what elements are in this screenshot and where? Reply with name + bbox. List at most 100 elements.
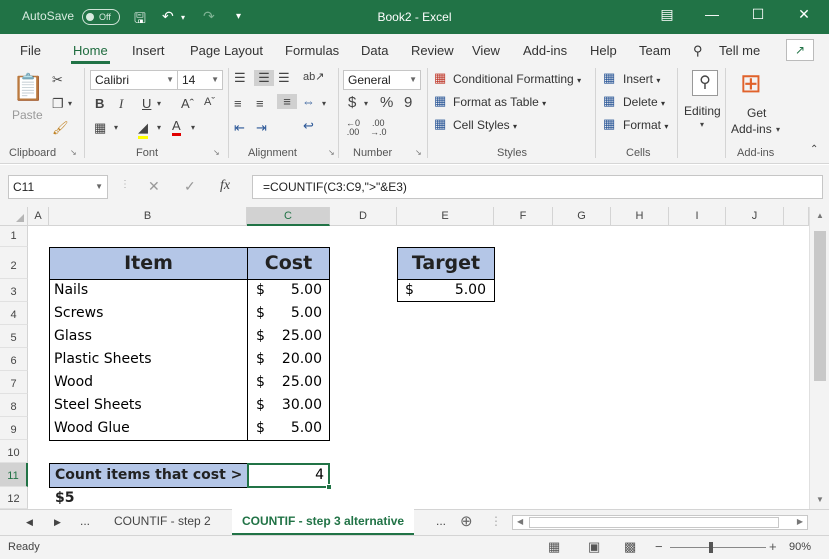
row-header-6[interactable]: 6 <box>0 348 28 371</box>
add-ins-dropdown-icon[interactable]: ▾ <box>776 125 780 134</box>
next-sheet-icon[interactable]: ▶ <box>54 517 61 528</box>
zoom-in-icon[interactable]: + <box>769 539 777 554</box>
merge-dropdown-icon[interactable]: ▾ <box>322 99 326 108</box>
bottom-align-icon[interactable]: ☰ <box>278 70 290 86</box>
scroll-up-icon[interactable]: ▲ <box>816 211 824 220</box>
number-format-combo[interactable]: General ▼ <box>343 70 421 90</box>
cut-icon[interactable]: ✂ <box>52 72 63 88</box>
delete-cells-button[interactable]: Delete ▾ <box>623 95 665 109</box>
target-header[interactable]: Target <box>397 247 495 280</box>
vertical-scroll-thumb[interactable] <box>814 231 826 381</box>
column-header-c[interactable]: C <box>247 207 330 226</box>
sheet-tab-countif-step2[interactable]: COUNTIF - step 2 <box>114 514 211 528</box>
borders-icon[interactable]: ▦ <box>94 120 106 136</box>
tab-file[interactable]: File <box>20 43 41 58</box>
cell-styles-button[interactable]: Cell Styles ▾ <box>453 118 517 132</box>
conditional-formatting-button[interactable]: Conditional Formatting ▾ <box>453 72 581 86</box>
underline-button[interactable]: U <box>142 96 151 111</box>
middle-align-icon[interactable]: ☰ <box>254 70 274 86</box>
paste-button[interactable]: Paste <box>12 108 43 122</box>
tell-me-search[interactable]: Tell me <box>719 43 760 58</box>
column-header-g[interactable]: G <box>553 207 611 226</box>
enter-icon[interactable]: ✓ <box>184 178 196 195</box>
tab-review[interactable]: Review <box>411 43 454 58</box>
tab-add-ins[interactable]: Add-ins <box>523 43 567 58</box>
normal-view-icon[interactable]: ▦ <box>548 539 560 555</box>
add-ins-label[interactable]: Add-ins <box>731 122 772 136</box>
decrease-decimal-icon[interactable]: .00 →.0 <box>370 119 387 137</box>
column-header-a[interactable]: A <box>28 207 49 226</box>
zoom-out-icon[interactable]: − <box>655 539 663 554</box>
search-icon[interactable]: ⚲ <box>692 70 718 96</box>
more-sheets-right[interactable]: ... <box>436 514 446 528</box>
ribbon-display-options-icon[interactable]: ▤ <box>652 6 682 23</box>
copy-dropdown-icon[interactable]: ▾ <box>68 99 72 108</box>
paste-icon[interactable]: 📋 <box>12 72 44 103</box>
item-name-cell[interactable]: Wood <box>54 374 93 390</box>
item-cost-cell[interactable]: 20.00 <box>272 351 322 367</box>
alignment-launcher-icon[interactable]: ↘ <box>328 148 335 157</box>
row-header-10[interactable]: 10 <box>0 440 28 463</box>
row-header-4[interactable]: 4 <box>0 302 28 325</box>
row-header-1[interactable]: 1 <box>0 226 28 247</box>
scroll-right-icon[interactable]: ▶ <box>797 517 803 526</box>
table-header-item[interactable]: Item <box>49 247 248 280</box>
cancel-icon[interactable]: ✕ <box>148 178 160 195</box>
item-cost-cell[interactable]: 5.00 <box>272 282 322 298</box>
font-launcher-icon[interactable]: ↘ <box>213 148 220 157</box>
font-size-combo[interactable]: 14 ▼ <box>177 70 223 90</box>
get-add-ins-icon[interactable]: ⊞ <box>740 68 762 99</box>
currency-button[interactable]: $ <box>348 94 356 111</box>
increase-indent-icon[interactable]: ⇥ <box>256 120 267 136</box>
vertical-scrollbar[interactable]: ▲ ▼ <box>809 207 829 509</box>
column-header-h[interactable]: H <box>611 207 669 226</box>
decrease-font-icon[interactable]: Aˇ <box>204 96 215 108</box>
sheet-tab-countif-step3[interactable]: COUNTIF - step 3 alternative <box>232 509 415 535</box>
close-button[interactable]: ✕ <box>789 6 819 23</box>
borders-dropdown-icon[interactable]: ▾ <box>114 123 118 132</box>
horizontal-scrollbar[interactable]: ◀ ▶ <box>512 515 808 530</box>
align-left-icon[interactable]: ≡ <box>234 96 242 111</box>
formula-input[interactable]: =COUNTIF(C3:C9,">"&E3) <box>252 175 823 199</box>
column-header-b[interactable]: B <box>49 207 247 226</box>
tab-team[interactable]: Team <box>639 43 671 58</box>
underline-dropdown-icon[interactable]: ▾ <box>157 99 161 108</box>
tab-data[interactable]: Data <box>361 43 388 58</box>
select-all-button[interactable] <box>0 207 28 226</box>
increase-font-icon[interactable]: Aˆ <box>181 96 194 111</box>
comma-button[interactable]: 9 <box>404 94 412 111</box>
page-layout-view-icon[interactable]: ▣ <box>588 539 600 555</box>
column-header-k[interactable] <box>784 207 809 226</box>
table-header-cost[interactable]: Cost <box>247 247 330 280</box>
item-name-cell[interactable]: Steel Sheets <box>54 397 142 413</box>
currency-dropdown-icon[interactable]: ▾ <box>364 99 368 108</box>
name-box[interactable]: C11 ▼ <box>8 175 108 199</box>
fill-color-dropdown-icon[interactable]: ▾ <box>157 123 161 132</box>
item-name-cell[interactable]: Glass <box>54 328 92 344</box>
count-label-cell[interactable]: Count items that cost > $5 <box>49 463 248 506</box>
clipboard-launcher-icon[interactable]: ↘ <box>70 148 77 157</box>
item-name-cell[interactable]: Wood Glue <box>54 420 130 436</box>
tab-splitter-icon[interactable]: ⋮ <box>490 514 502 528</box>
editing-button[interactable]: Editing <box>684 104 721 118</box>
prev-sheet-icon[interactable]: ◀ <box>26 517 33 528</box>
bold-button[interactable]: B <box>95 96 104 111</box>
maximize-button[interactable]: ☐ <box>743 6 773 23</box>
tab-home[interactable]: Home <box>71 43 110 64</box>
tab-help[interactable]: Help <box>590 43 617 58</box>
decrease-indent-icon[interactable]: ⇤ <box>234 120 245 136</box>
minimize-button[interactable]: — <box>697 6 727 22</box>
item-name-cell[interactable]: Nails <box>54 282 88 298</box>
row-header-9[interactable]: 9 <box>0 417 28 440</box>
item-name-cell[interactable]: Plastic Sheets <box>54 351 152 367</box>
increase-decimal-icon[interactable]: ←0.00 <box>346 119 360 137</box>
resize-handle-icon[interactable]: ⋮ <box>120 179 130 190</box>
align-right-icon[interactable]: ≡ <box>277 94 297 109</box>
format-as-table-button[interactable]: Format as Table ▾ <box>453 95 546 109</box>
item-cost-cell[interactable]: 25.00 <box>272 374 322 390</box>
target-value-cell[interactable]: 5.00 <box>430 282 486 298</box>
row-header-8[interactable]: 8 <box>0 394 28 417</box>
tab-insert[interactable]: Insert <box>132 43 165 58</box>
zoom-slider-thumb[interactable] <box>709 542 713 553</box>
zoom-level[interactable]: 90% <box>789 541 811 553</box>
